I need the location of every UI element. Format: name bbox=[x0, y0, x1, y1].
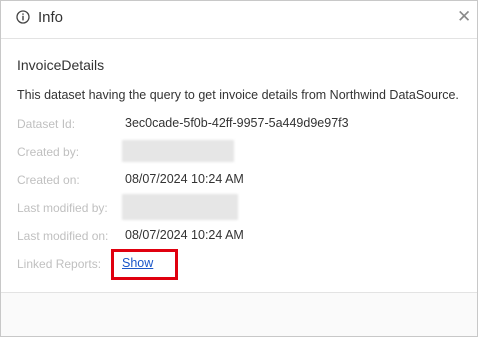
dataset-description: This dataset having the query to get inv… bbox=[17, 88, 459, 102]
dataset-name: InvoiceDetails bbox=[17, 57, 105, 73]
last-modified-on-label: Last modified on: bbox=[17, 229, 109, 243]
last-modified-on-value: 08/07/2024 10:24 AM bbox=[125, 228, 244, 242]
last-modified-by-value-redacted bbox=[122, 194, 238, 220]
dialog-title: Info bbox=[38, 9, 64, 26]
created-on-value: 08/07/2024 10:24 AM bbox=[125, 172, 244, 186]
created-by-value-redacted bbox=[122, 140, 234, 162]
dialog-footer bbox=[1, 292, 477, 336]
linked-reports-label: Linked Reports: bbox=[17, 257, 102, 271]
info-dialog: Info ✕ InvoiceDetails This dataset havin… bbox=[0, 0, 478, 337]
created-by-label: Created by: bbox=[17, 145, 80, 159]
created-on-label: Created on: bbox=[17, 173, 80, 187]
last-modified-by-label: Last modified by: bbox=[17, 201, 108, 215]
dialog-header: Info ✕ bbox=[1, 1, 477, 39]
info-circle-icon bbox=[16, 10, 30, 24]
dataset-id-value: 3ec0cade-5f0b-42ff-9957-5a449d9e97f3 bbox=[125, 116, 349, 130]
close-icon[interactable]: ✕ bbox=[457, 8, 471, 25]
dataset-id-label: Dataset Id: bbox=[17, 117, 76, 131]
show-linked-reports-link[interactable]: Show bbox=[122, 256, 153, 270]
